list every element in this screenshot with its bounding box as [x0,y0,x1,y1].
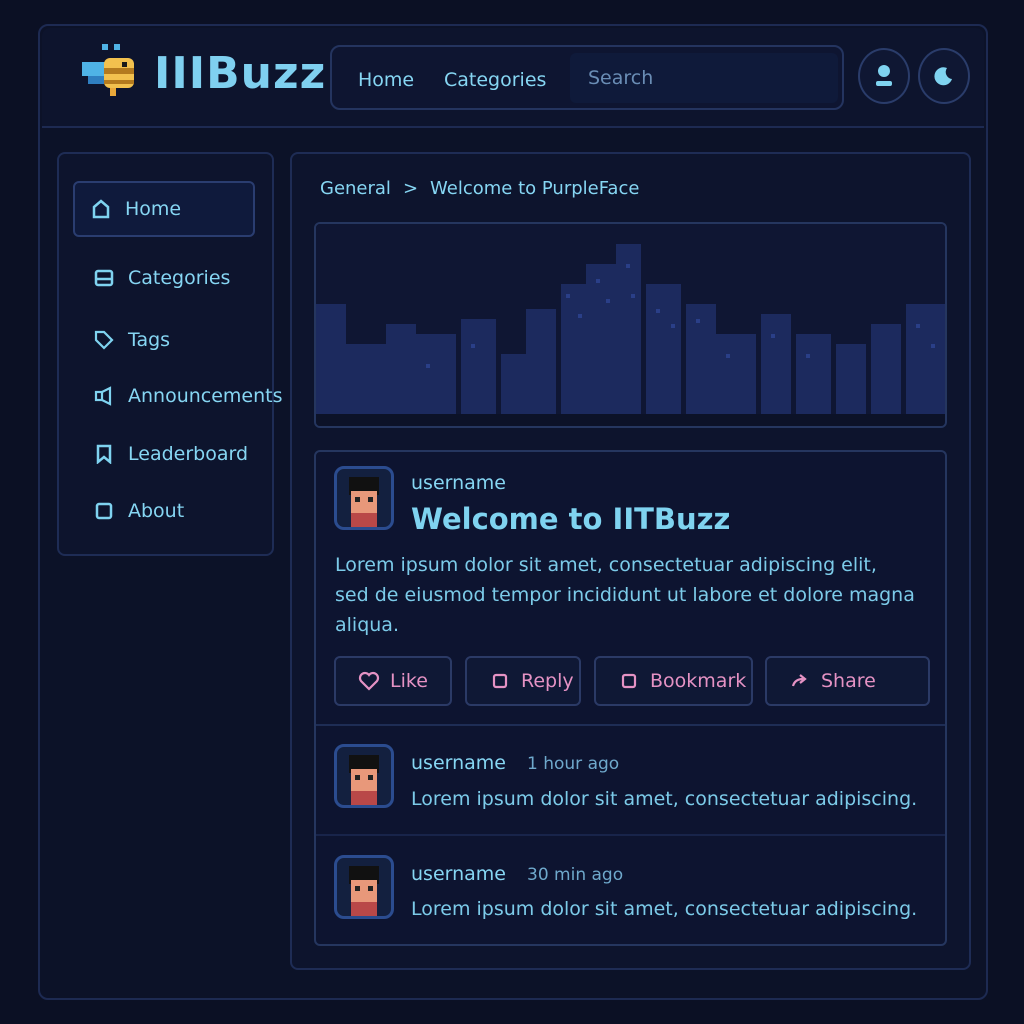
breadcrumb-current: Welcome to PurpleFace [430,178,640,199]
categories-icon [94,268,114,288]
comment-text: Lorem ipsum dolor sit amet, consectetuar… [411,788,918,810]
heart-icon [358,671,380,691]
like-label: Like [390,670,428,692]
share-button[interactable]: Share [765,656,930,706]
top-nav: Home Categories [330,45,844,110]
sidebar-item-tags[interactable]: Tags [78,312,260,368]
divider [316,834,945,836]
sidebar-item-categories[interactable]: Categories [78,250,260,306]
comment-username[interactable]: username [411,863,506,885]
theme-toggle-button[interactable] [918,48,970,104]
city-skyline-banner [314,222,947,428]
sidebar-item-label: Categories [128,267,231,289]
chevron-right-icon: > [402,178,419,199]
sidebar-item-label: Home [125,198,182,220]
bee-logo-icon [82,44,134,96]
sidebar-item-announcements[interactable]: Announcements [78,368,283,424]
sidebar-item-label: Tags [128,329,171,351]
sidebar-item-leaderboard[interactable]: Leaderboard [78,426,260,482]
reply-label: Reply [521,670,574,692]
divider [316,724,945,726]
sidebar-item-label: Announcements [128,385,283,407]
nav-categories-link[interactable]: Categories [444,69,546,91]
post-body: Lorem ipsum dolor sit amet, consectetuar… [335,554,915,636]
reply-icon [492,673,508,689]
tag-icon [94,330,114,350]
sidebar-item-about[interactable]: About [78,483,260,539]
avatar[interactable] [334,466,394,530]
comment-text: Lorem ipsum dolor sit amet, consectetuar… [411,898,918,920]
skyline-image [316,224,945,426]
moon-icon [934,67,952,86]
megaphone-icon [94,386,114,406]
like-button[interactable]: Like [334,656,452,706]
breadcrumb: General > Welcome to PurpleFace [320,178,639,199]
comment-timestamp: 1 hour ago [527,754,620,774]
post-username[interactable]: username [411,472,506,494]
about-icon [94,501,114,521]
avatar[interactable] [334,855,394,919]
sidebar-item-label: About [128,500,185,522]
app-brand[interactable]: IIIBuzz [154,48,326,99]
nav-home-link[interactable]: Home [358,69,414,91]
profile-button[interactable] [858,48,910,104]
user-icon [876,65,892,86]
bookmark-icon [94,444,114,465]
bookmark-button[interactable]: Bookmark [594,656,753,706]
search-input[interactable] [570,53,838,103]
sidebar-item-home[interactable]: Home [73,181,255,237]
comment-timestamp: 30 min ago [527,865,624,885]
bookmark-label: Bookmark [650,670,747,692]
share-label: Share [821,670,876,692]
post-title: Welcome to IITBuzz [411,502,731,536]
home-icon [91,199,111,219]
share-arrow-icon [791,674,807,687]
sidebar-item-label: Leaderboard [128,443,249,465]
comment-username[interactable]: username [411,752,506,774]
bookmark-icon [621,673,637,689]
reply-button[interactable]: Reply [465,656,581,706]
breadcrumb-parent[interactable]: General [320,178,391,199]
avatar[interactable] [334,744,394,808]
